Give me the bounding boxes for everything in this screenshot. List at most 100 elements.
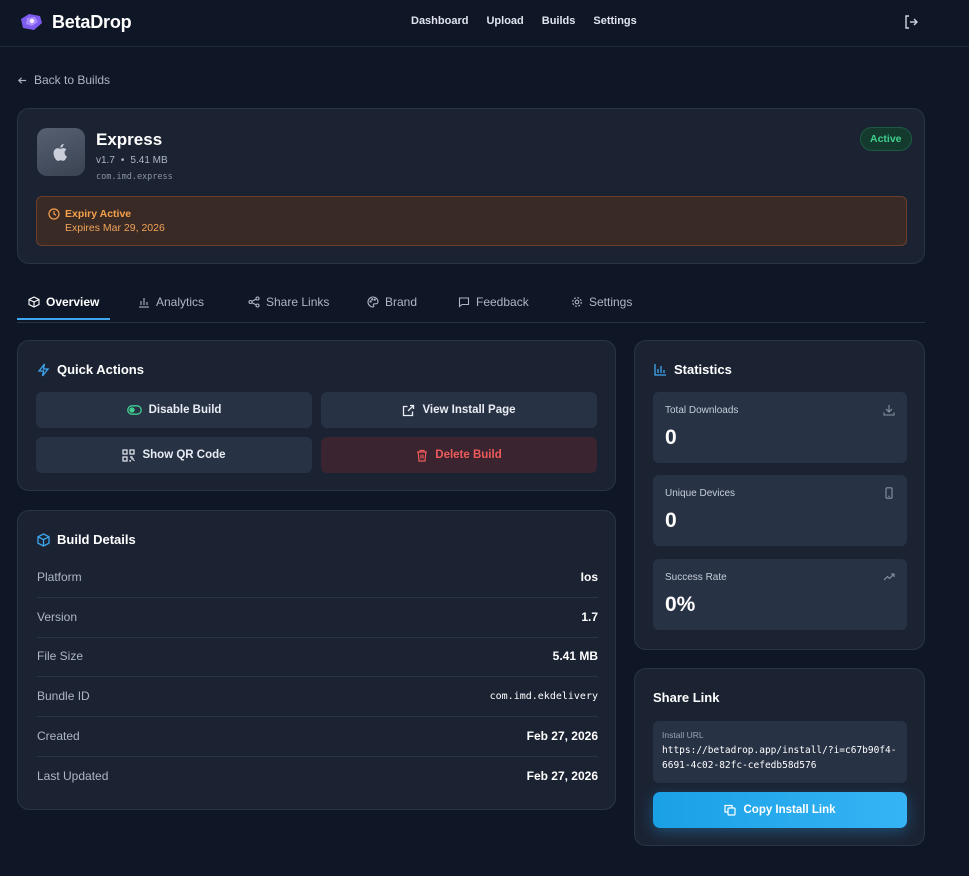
quick-actions-card: Quick Actions Disable Build View Install… [17, 340, 616, 491]
back-to-builds-link[interactable]: Back to Builds [17, 73, 110, 87]
detail-row-last-updated: Last Updated Feb 27, 2026 [37, 757, 598, 797]
app-icon [37, 128, 85, 176]
card-title-text: Quick Actions [57, 362, 144, 377]
app-version: v1.7 [96, 155, 115, 166]
external-link-icon [403, 404, 415, 416]
app-size: 5.41 MB [130, 155, 168, 166]
detail-value: com.imd.ekdelivery [489, 691, 598, 702]
tab-overview[interactable]: Overview [28, 284, 99, 320]
tab-label: Feedback [476, 295, 529, 309]
delete-build-button[interactable]: Delete Build [321, 437, 597, 473]
button-label: Delete Build [435, 449, 502, 461]
detail-label: File Size [37, 649, 84, 663]
stat-value: 0% [665, 593, 696, 616]
trending-up-icon [883, 573, 895, 581]
gear-icon [572, 297, 582, 307]
install-url-box[interactable]: Install URL https://betadrop.app/install… [653, 721, 907, 783]
tab-feedback[interactable]: Feedback [458, 284, 529, 320]
status-badge: Active [860, 127, 912, 151]
share-icon [248, 296, 260, 308]
detail-row-bundle-id: Bundle ID com.imd.ekdelivery [37, 677, 598, 717]
palette-icon [367, 296, 379, 308]
build-details-title: Build Details [37, 532, 136, 547]
tab-share-links[interactable]: Share Links [248, 284, 329, 320]
share-link-card: Share Link Install URL https://betadrop.… [634, 668, 925, 846]
tab-label: Settings [589, 295, 633, 309]
nav-upload[interactable]: Upload [486, 15, 523, 27]
detail-row-platform: Platform Ios [37, 558, 598, 598]
qr-code-icon [122, 448, 136, 462]
button-label: Disable Build [148, 404, 222, 416]
build-details-card: Build Details Platform Ios Version 1.7 F… [17, 510, 616, 810]
tab-label: Brand [385, 295, 418, 309]
detail-value: 5.41 MB [552, 649, 598, 663]
expiry-date: Expires Mar 29, 2026 [65, 222, 165, 234]
stat-label: Success Rate [665, 572, 727, 583]
detail-label: Version [37, 610, 78, 624]
button-label: View Install Page [422, 404, 516, 416]
toggle-icon [126, 405, 142, 415]
tab-analytics[interactable]: Analytics [138, 284, 204, 320]
detail-value: Feb 27, 2026 [526, 769, 598, 783]
arrow-left-icon [17, 76, 27, 84]
expiry-banner: Expiry Active Expires Mar 29, 2026 [36, 196, 907, 246]
detail-value: Ios [580, 570, 598, 584]
message-icon [458, 297, 470, 308]
detail-row-created: Created Feb 27, 2026 [37, 717, 598, 757]
device-icon [885, 487, 893, 499]
button-label: Copy Install Link [743, 804, 836, 816]
detail-label: Bundle ID [37, 689, 90, 703]
install-url-label: Install URL [662, 730, 704, 740]
active-tab-indicator [17, 318, 110, 320]
card-title-text: Statistics [674, 362, 732, 377]
nav-builds[interactable]: Builds [542, 15, 576, 27]
show-qr-code-button[interactable]: Show QR Code [36, 437, 312, 473]
tab-settings[interactable]: Settings [571, 284, 632, 320]
package-icon [37, 532, 50, 547]
logo-icon [21, 14, 42, 30]
button-label: Show QR Code [142, 449, 226, 461]
build-header-card: Express v1.7 • 5.41 MB com.imd.express A… [17, 108, 925, 264]
stat-value: 0 [665, 509, 677, 532]
detail-row-version: Version 1.7 [37, 598, 598, 638]
detail-label: Created [37, 729, 80, 743]
app-bundle-id: com.imd.express [96, 172, 173, 182]
lightning-icon [37, 363, 50, 376]
box-icon [28, 296, 40, 308]
tab-bar: Overview Analytics Share Links Brand Fee… [17, 284, 925, 323]
expiry-title: Expiry Active [65, 208, 132, 220]
install-url-value[interactable]: https://betadrop.app/install/?i=c67b90f4… [662, 743, 902, 773]
stat-unique-devices: Unique Devices 0 [653, 475, 907, 546]
share-link-title: Share Link [653, 690, 720, 705]
detail-label: Platform [37, 570, 82, 584]
nav-settings[interactable]: Settings [593, 15, 636, 27]
view-install-page-button[interactable]: View Install Page [321, 392, 597, 428]
card-title-text: Build Details [57, 532, 136, 547]
top-navbar: BetaDrop Dashboard Upload Builds Setting… [0, 0, 969, 47]
brand[interactable]: BetaDrop [18, 11, 132, 33]
tab-label: Overview [46, 295, 100, 309]
detail-row-file-size: File Size 5.41 MB [37, 637, 598, 677]
statistics-card: Statistics Total Downloads 0 Unique Devi… [634, 340, 925, 650]
download-icon [883, 405, 895, 416]
copy-icon [724, 804, 737, 816]
stat-label: Unique Devices [665, 488, 736, 499]
tab-label: Analytics [156, 295, 205, 309]
separator-dot: • [120, 155, 125, 166]
copy-install-link-button[interactable]: Copy Install Link [653, 792, 907, 828]
stat-total-downloads: Total Downloads 0 [653, 392, 907, 463]
nav-dashboard[interactable]: Dashboard [411, 15, 468, 27]
tab-label: Share Links [266, 295, 330, 309]
stat-label: Total Downloads [665, 405, 739, 416]
app-name: Express [96, 130, 163, 149]
disable-build-button[interactable]: Disable Build [36, 392, 312, 428]
app-meta: v1.7 • 5.41 MB [96, 155, 168, 166]
detail-value: Feb 27, 2026 [526, 729, 598, 743]
apple-icon [53, 143, 67, 161]
trash-icon [417, 449, 428, 462]
logout-icon[interactable] [903, 14, 919, 30]
stat-value: 0 [665, 426, 677, 449]
nav-links: Dashboard Upload Builds Settings [411, 15, 637, 27]
tab-brand[interactable]: Brand [367, 284, 417, 320]
detail-value: 1.7 [581, 610, 598, 624]
